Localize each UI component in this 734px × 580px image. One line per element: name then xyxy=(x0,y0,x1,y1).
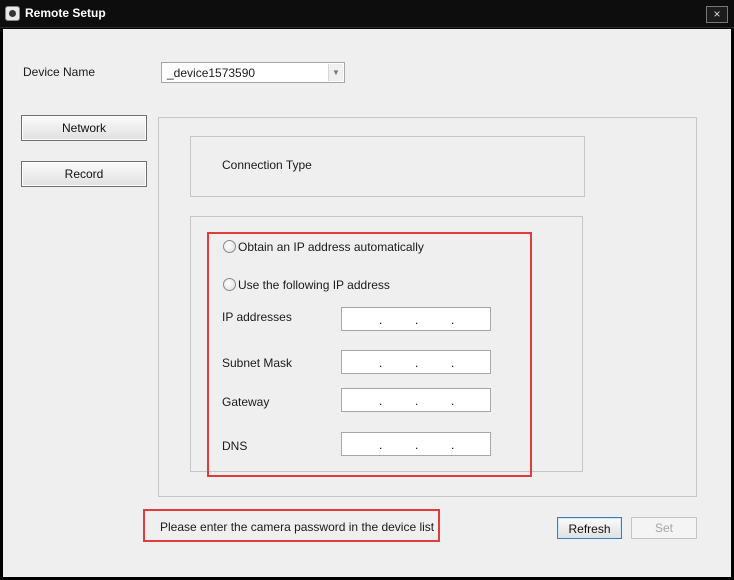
dialog-body: Device Name _device1573590 ▼ Network Rec… xyxy=(3,29,731,577)
window-title: Remote Setup xyxy=(25,6,106,20)
app-icon xyxy=(5,6,20,21)
set-button[interactable]: Set xyxy=(631,517,697,539)
remote-setup-window: Remote Setup × Device Name _device157359… xyxy=(0,0,734,580)
chevron-down-icon[interactable]: ▼ xyxy=(328,64,343,81)
close-icon[interactable]: × xyxy=(706,6,728,23)
status-message: Please enter the camera password in the … xyxy=(160,520,435,534)
title-bar[interactable]: Remote Setup × xyxy=(0,0,734,28)
device-name-dropdown[interactable]: _device1573590 ▼ xyxy=(161,62,345,83)
device-name-value: _device1573590 xyxy=(167,66,256,80)
connection-type-label: Connection Type xyxy=(222,158,312,172)
refresh-button[interactable]: Refresh xyxy=(557,517,622,539)
ip-settings-highlight xyxy=(207,232,532,477)
device-name-label: Device Name xyxy=(23,65,96,79)
network-button[interactable]: Network xyxy=(21,115,147,141)
record-button[interactable]: Record xyxy=(21,161,147,187)
